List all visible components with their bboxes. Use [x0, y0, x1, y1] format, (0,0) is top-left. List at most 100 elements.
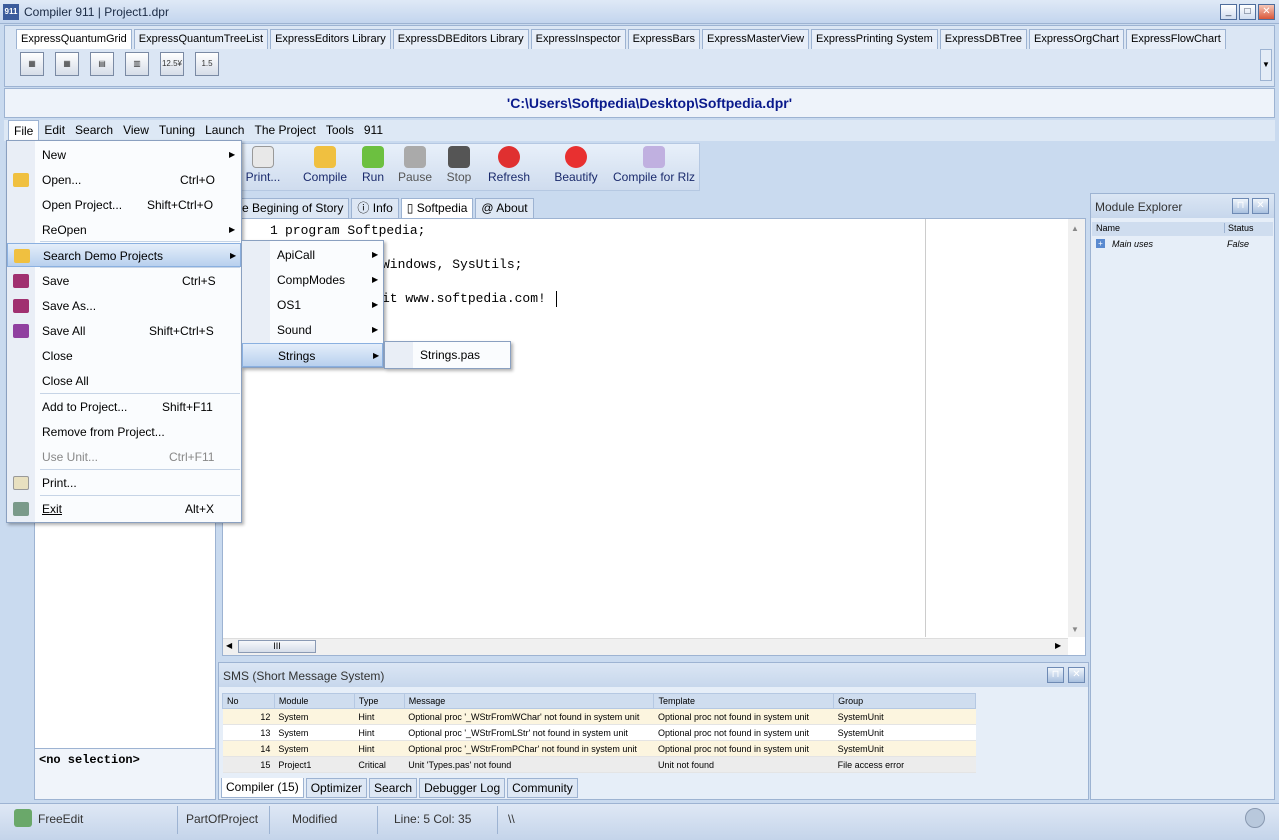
- menu-item-reopen[interactable]: ReOpen ▶: [7, 218, 241, 242]
- pin-icon[interactable]: ⊓: [1232, 198, 1249, 214]
- menu-item-compmodes[interactable]: CompModes ▶: [242, 268, 383, 292]
- grid-icon[interactable]: ▦: [20, 52, 44, 76]
- menu-item-use-unit[interactable]: Use Unit... Ctrl+F11: [7, 445, 241, 469]
- menu-item-save-as[interactable]: Save As...: [7, 294, 241, 318]
- menu-the-project[interactable]: The Project: [249, 120, 320, 141]
- tab-express-editors-library[interactable]: ExpressEditors Library: [270, 29, 391, 49]
- print-button[interactable]: Print...: [241, 146, 285, 190]
- pin-icon[interactable]: ⊓: [1047, 667, 1064, 683]
- close-panel-icon[interactable]: ✕: [1252, 198, 1269, 214]
- palette-scroll-button[interactable]: ▼: [1260, 49, 1272, 81]
- menu-item-exit[interactable]: Exit Alt+X: [7, 497, 241, 521]
- close-button[interactable]: ✕: [1258, 4, 1275, 20]
- stop-flag-icon: [448, 146, 470, 168]
- menu-item-close[interactable]: Close: [7, 344, 241, 368]
- menu-911[interactable]: 911: [359, 120, 388, 141]
- menu-item-search-demo-projects[interactable]: Search Demo Projects ▶: [7, 243, 241, 267]
- tab-express-quantum-tree-list[interactable]: ExpressQuantumTreeList: [133, 29, 269, 49]
- tab-debugger-log[interactable]: Debugger Log: [419, 778, 506, 798]
- tab-express-quantum-grid[interactable]: ExpressQuantumGrid: [16, 29, 132, 49]
- menu-item-strings-pas[interactable]: Strings.pas: [385, 343, 510, 367]
- spin-edit-icon[interactable]: 1.5: [195, 52, 219, 76]
- menu-bar: File Edit Search View Tuning Launch The …: [4, 120, 1275, 141]
- menu-search[interactable]: Search: [70, 120, 118, 141]
- resize-grip-icon[interactable]: [1245, 808, 1265, 828]
- menu-tools[interactable]: Tools: [321, 120, 359, 141]
- db-grid-icon[interactable]: ▦: [55, 52, 79, 76]
- editor-horizontal-scrollbar[interactable]: [223, 638, 1068, 655]
- scroll-down-icon[interactable]: ▼: [1071, 625, 1079, 634]
- menu-edit[interactable]: Edit: [39, 120, 70, 141]
- beautify-button[interactable]: Beautify: [551, 146, 601, 190]
- tab-express-bars[interactable]: ExpressBars: [627, 29, 701, 49]
- scroll-left-icon[interactable]: ◀: [226, 641, 232, 650]
- tab-community[interactable]: Community: [507, 778, 578, 798]
- close-panel-icon[interactable]: ✕: [1068, 667, 1085, 683]
- stop-button[interactable]: Stop: [441, 146, 477, 190]
- scroll-right-icon[interactable]: ▶: [1055, 641, 1061, 650]
- editor-vertical-scrollbar[interactable]: [1068, 219, 1085, 637]
- run-button[interactable]: Run: [355, 146, 391, 190]
- table-row[interactable]: 12 System Hint Optional proc '_WStrFromWCha…: [222, 708, 976, 725]
- compile-for-rlz-button[interactable]: Compile for Rlz: [611, 146, 697, 190]
- save-all-icon: [13, 324, 29, 338]
- menu-item-os1[interactable]: OS1 ▶: [242, 293, 383, 317]
- menu-item-sound[interactable]: Sound ▶: [242, 318, 383, 342]
- tab-optimizer[interactable]: Optimizer: [305, 778, 368, 798]
- column-module[interactable]: Module: [273, 693, 355, 709]
- minimize-button[interactable]: _: [1220, 4, 1237, 20]
- tab-search[interactable]: Search: [369, 778, 418, 798]
- table-row[interactable]: 14 System Hint Optional proc '_WStrFromPCha…: [222, 740, 976, 757]
- column-message[interactable]: Message: [403, 693, 655, 709]
- column-name: Name: [1096, 223, 1121, 233]
- tab-express-master-view[interactable]: ExpressMasterView: [702, 29, 810, 49]
- menu-item-open[interactable]: Open... Ctrl+O: [7, 168, 241, 192]
- scroll-up-icon[interactable]: ▲: [1071, 224, 1079, 233]
- column-group[interactable]: Group: [833, 693, 976, 709]
- column-type[interactable]: Type: [353, 693, 405, 709]
- expand-icon[interactable]: +: [1096, 239, 1105, 248]
- menu-tuning[interactable]: Tuning: [154, 120, 200, 141]
- banded-grid-icon[interactable]: ▥: [125, 52, 149, 76]
- card-view-icon[interactable]: ▤: [90, 52, 114, 76]
- tab-express-inspector[interactable]: ExpressInspector: [530, 29, 626, 49]
- editor-scroll-thumb[interactable]: III: [238, 640, 316, 653]
- menu-item-print[interactable]: Print...: [7, 471, 241, 495]
- folder-open-icon: [14, 249, 30, 263]
- table-row[interactable]: 15 Project1 Critical Unit 'Types.pas' not f…: [222, 756, 976, 773]
- file-menu-dropdown: New ▶ Open... Ctrl+O Open Project... Shift+…: [6, 140, 242, 523]
- cursor-position: Line: 5 Col: 35: [386, 806, 498, 834]
- menu-item-close-all[interactable]: Close All: [7, 369, 241, 393]
- menu-item-save-all[interactable]: Save All Shift+Ctrl+S: [7, 319, 241, 343]
- tab-info[interactable]: ⓘ Info: [351, 198, 399, 218]
- maximize-button[interactable]: □: [1239, 4, 1256, 20]
- menu-item-open-project[interactable]: Open Project... Shift+Ctrl+O: [7, 193, 241, 217]
- column-template[interactable]: Template: [653, 693, 835, 709]
- tab-express-org-chart[interactable]: ExpressOrgChart: [1029, 29, 1124, 49]
- module-row[interactable]: + Main uses False: [1092, 238, 1273, 253]
- column-no[interactable]: No: [222, 693, 275, 709]
- tab-express-db-editors-library[interactable]: ExpressDBEditors Library: [392, 29, 529, 49]
- pause-button[interactable]: Pause: [395, 146, 435, 190]
- refresh-button[interactable]: Refresh: [485, 146, 533, 190]
- tab-express-flow-chart[interactable]: ExpressFlowChart: [1126, 29, 1226, 49]
- calculator-icon[interactable]: 12.5¥: [160, 52, 184, 76]
- menu-item-remove-from-project[interactable]: Remove from Project...: [7, 420, 241, 444]
- compile-button[interactable]: Compile: [299, 146, 351, 190]
- module-explorer-header: Name Status: [1092, 222, 1273, 236]
- tab-express-printing-system[interactable]: ExpressPrinting System: [811, 29, 938, 49]
- tab-express-db-tree[interactable]: ExpressDBTree: [939, 29, 1028, 49]
- menu-item-save[interactable]: Save Ctrl+S: [7, 269, 241, 293]
- tab-compiler[interactable]: Compiler (15): [221, 778, 304, 798]
- menu-view[interactable]: View: [118, 120, 154, 141]
- menu-file[interactable]: File: [8, 120, 40, 141]
- table-row[interactable]: 13 System Hint Optional proc '_WStrFromLStr…: [222, 724, 976, 741]
- menu-launch[interactable]: Launch: [200, 120, 249, 141]
- menu-item-apicall[interactable]: ApiCall ▶: [242, 243, 383, 267]
- compile-icon: [314, 146, 336, 168]
- menu-item-strings[interactable]: Strings ▶: [242, 343, 383, 367]
- menu-item-new[interactable]: New ▶: [7, 143, 241, 167]
- tab-softpedia[interactable]: ▯ Softpedia: [400, 198, 474, 218]
- tab-about[interactable]: @ About: [475, 198, 534, 218]
- menu-item-add-to-project[interactable]: Add to Project... Shift+F11: [7, 395, 241, 419]
